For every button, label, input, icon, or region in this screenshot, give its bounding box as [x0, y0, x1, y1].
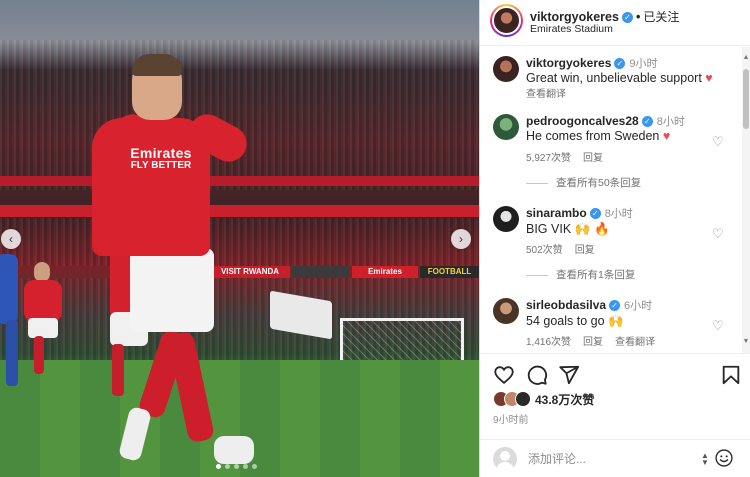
scroll-up-arrow-icon[interactable]: ▲	[742, 53, 750, 63]
comment-time: 8小时	[656, 116, 685, 128]
translate-link[interactable]: 查看翻译	[526, 89, 566, 100]
likes-count[interactable]: 43.8万次赞	[535, 391, 594, 408]
carousel-dot	[216, 464, 221, 469]
spinner-arrows-icon[interactable]: ▲ ▼	[701, 452, 709, 467]
verified-badge-icon: ✓	[609, 300, 621, 312]
add-comment-bar: ▲▼	[480, 439, 750, 477]
author-username[interactable]: viktorgyokeres	[530, 10, 619, 24]
comment-text: Great win, unbelievable support	[526, 71, 702, 85]
scroll-down-arrow-icon[interactable]: ▼	[742, 337, 750, 347]
like-comment-heart-icon[interactable]: ♡	[712, 227, 726, 241]
translate-link[interactable]: 查看翻译	[615, 337, 655, 348]
shirt-sponsor: Emirates FLY BETTER	[130, 145, 192, 171]
comment-time: 6小时	[624, 300, 653, 312]
carousel-dots	[216, 464, 257, 469]
commenter-username[interactable]: viktorgyokeres	[526, 56, 611, 70]
likes-summary[interactable]: 43.8万次赞	[493, 390, 594, 408]
current-user-avatar	[493, 447, 517, 471]
post-side-panel: viktorgyokeres ✓ • 已关注 Emirates Stadium vik…	[479, 0, 750, 477]
comment-like-count[interactable]: 1,416次赞	[526, 337, 571, 348]
view-replies-link[interactable]: 查看所有1条回复	[526, 267, 635, 282]
hoarding: FOOTBALL	[420, 266, 479, 278]
post-timestamp: 9小时前	[493, 415, 529, 426]
carousel-dot	[243, 464, 248, 469]
comment-time: 9小时	[629, 58, 658, 70]
commenter-avatar[interactable]	[493, 56, 519, 82]
previous-image-button[interactable]: ‹	[1, 229, 21, 249]
carousel-dot	[234, 464, 239, 469]
goal	[340, 318, 464, 360]
like-comment-heart-icon[interactable]: ♡	[712, 319, 726, 333]
hoarding: Emirates	[352, 266, 418, 278]
clap-emoji: 🙌	[608, 313, 624, 328]
view-replies-link[interactable]: 查看所有50条回复	[526, 175, 641, 190]
liker-avatar	[515, 391, 531, 407]
location-link[interactable]: Emirates Stadium	[530, 23, 613, 35]
comment-text: BIG VIK	[526, 222, 572, 236]
bookmark-icon[interactable]	[720, 364, 742, 386]
following-button[interactable]: 已关注	[643, 10, 679, 24]
post-header: viktorgyokeres ✓ • 已关注 Emirates Stadium	[480, 0, 750, 46]
verified-badge-icon: ✓	[614, 58, 626, 70]
emoji-icon[interactable]	[714, 448, 734, 468]
clap-fire-emoji: 🙌 🔥	[574, 221, 610, 236]
author-avatar[interactable]	[490, 4, 523, 37]
red-heart-emoji: ♥	[662, 129, 671, 143]
comments-scrollbar[interactable]: ▲ ▼	[742, 47, 750, 353]
verified-badge-icon: ✓	[589, 208, 601, 220]
hoarding: VISIT RWANDA	[210, 266, 290, 278]
post-photo[interactable]: VISIT RWANDA Emirates FOOTBALL Emirates …	[0, 0, 479, 477]
reply-button[interactable]: 回复	[583, 153, 603, 164]
carousel-dot	[225, 464, 230, 469]
red-heart-emoji: ♥	[705, 71, 713, 85]
carousel-dot	[252, 464, 257, 469]
commenter-avatar[interactable]	[493, 298, 519, 324]
scrollbar-thumb[interactable]	[743, 69, 749, 129]
verified-badge-icon: ✓	[641, 116, 653, 128]
comment-like-count[interactable]: 502次赞	[526, 245, 563, 256]
comment-input[interactable]	[528, 449, 678, 469]
commenter-username[interactable]: sirleobdasilva	[526, 298, 606, 312]
commenter-username[interactable]: sinarambo	[526, 206, 587, 220]
comment-icon[interactable]	[526, 364, 548, 386]
commenter-avatar[interactable]	[493, 206, 519, 232]
comment-time: 8小时	[604, 208, 633, 220]
heart-icon[interactable]	[493, 364, 515, 386]
share-icon[interactable]	[558, 364, 580, 386]
verified-badge-icon: ✓	[621, 12, 633, 24]
reply-button[interactable]: 回复	[583, 337, 603, 348]
next-image-button[interactable]: ›	[451, 229, 471, 249]
like-comment-heart-icon[interactable]: ♡	[712, 135, 726, 149]
commenter-username[interactable]: pedroogoncalves28	[526, 114, 639, 128]
post-actions: 43.8万次赞 9小时前	[480, 353, 750, 439]
reply-button[interactable]: 回复	[575, 245, 595, 256]
comment-text: He comes from Sweden	[526, 129, 660, 143]
comment-text: 54 goals to go	[526, 314, 605, 328]
comment-like-count[interactable]: 5,927次赞	[526, 153, 571, 164]
post-viewer: VISIT RWANDA Emirates FOOTBALL Emirates …	[0, 0, 750, 477]
commenter-avatar[interactable]	[493, 114, 519, 140]
comments-list[interactable]: viktorgyokeres ✓ 9小时 Great win, unbelievab…	[480, 47, 742, 353]
